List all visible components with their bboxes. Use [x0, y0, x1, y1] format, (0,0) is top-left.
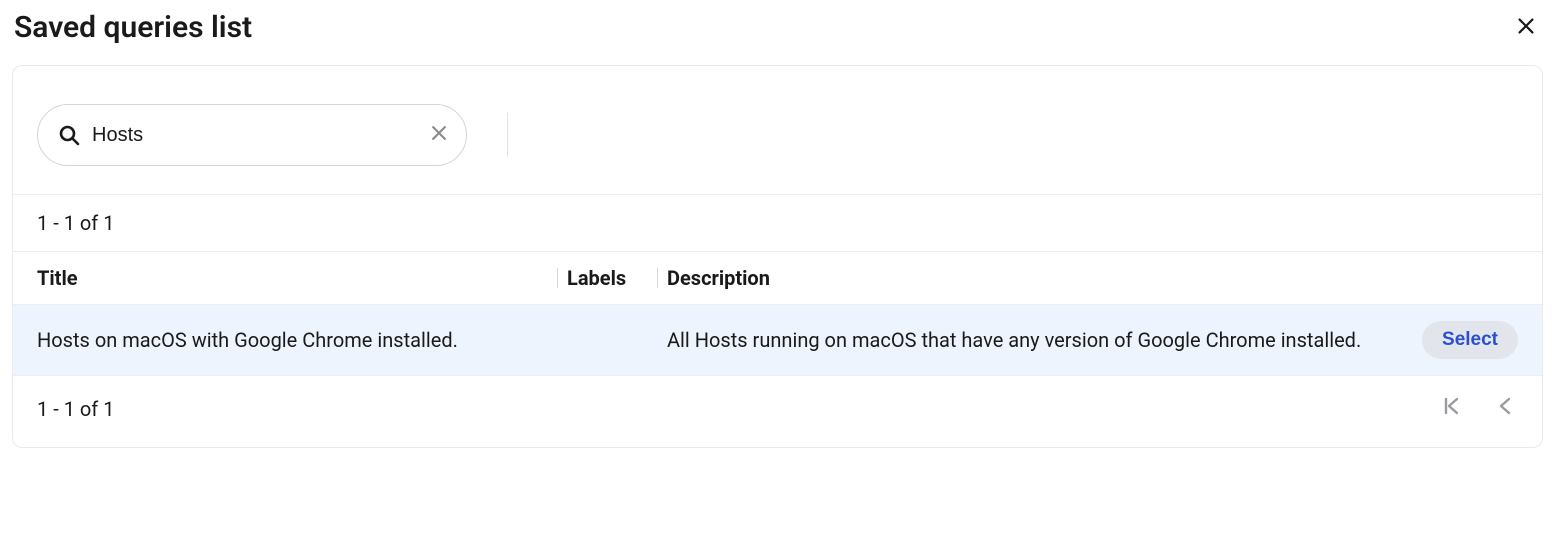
close-button[interactable] — [1511, 11, 1541, 45]
clear-search-button[interactable] — [429, 123, 449, 147]
queries-panel: 1 - 1 of 1 Title Labels Description Host… — [12, 65, 1543, 448]
pagination-count-bottom: 1 - 1 of 1 — [37, 397, 114, 421]
pagination-count-top: 1 - 1 of 1 — [13, 195, 1542, 251]
column-header-description[interactable]: Description — [667, 266, 1398, 290]
search-icon — [57, 123, 81, 147]
prev-page-button[interactable] — [1494, 394, 1518, 423]
select-button[interactable]: Select — [1422, 321, 1518, 359]
table-footer: 1 - 1 of 1 — [13, 376, 1542, 447]
close-icon — [1515, 15, 1537, 41]
column-header-labels[interactable]: Labels — [567, 266, 667, 290]
table-row[interactable]: Hosts on macOS with Google Chrome instal… — [13, 305, 1542, 375]
table-header: Title Labels Description — [13, 252, 1542, 304]
first-page-button[interactable] — [1440, 394, 1464, 423]
search-area — [13, 66, 1542, 194]
row-title: Hosts on macOS with Google Chrome instal… — [37, 328, 567, 352]
vertical-divider — [507, 113, 508, 157]
search-input[interactable] — [37, 104, 467, 166]
page-title: Saved queries list — [14, 10, 252, 45]
search-wrap — [37, 104, 467, 166]
first-page-icon — [1440, 394, 1464, 423]
chevron-left-icon — [1494, 394, 1518, 423]
column-header-title[interactable]: Title — [37, 266, 567, 290]
pager — [1440, 394, 1518, 423]
modal-header: Saved queries list — [0, 0, 1555, 65]
row-description: All Hosts running on macOS that have any… — [667, 328, 1398, 352]
clear-icon — [429, 123, 449, 147]
